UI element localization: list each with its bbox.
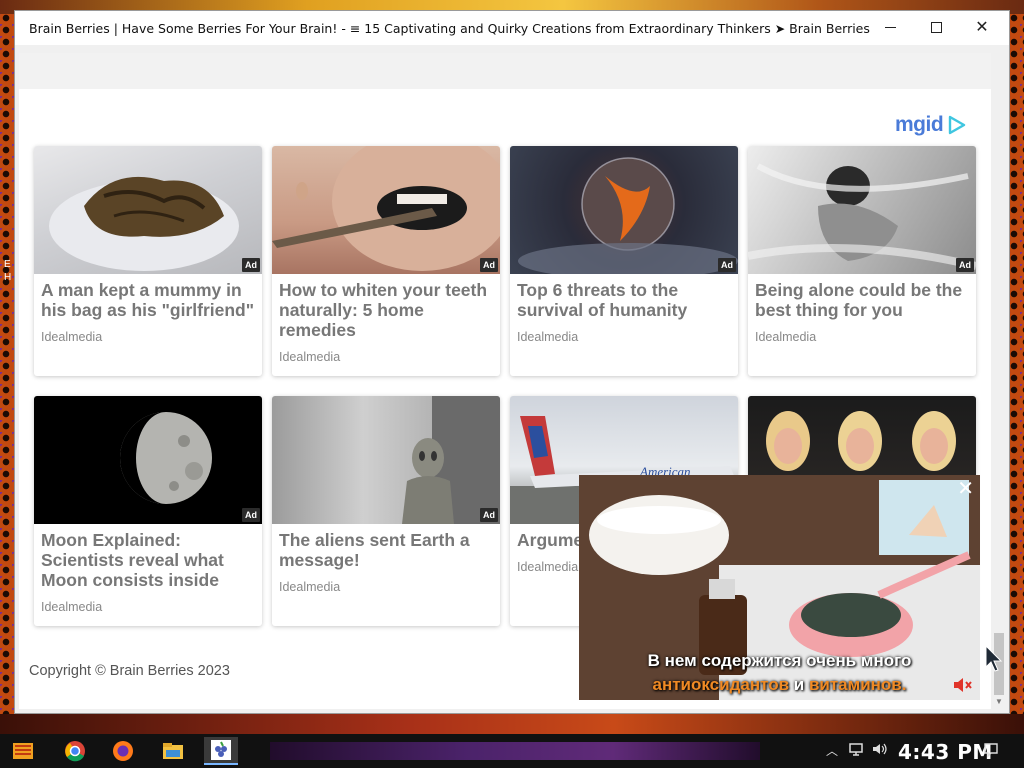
alone-illustration: [748, 163, 976, 270]
card-image-teeth: Ad: [272, 146, 500, 274]
card-image-alien: Ad: [272, 396, 500, 524]
mummy-illustration: [49, 176, 239, 271]
close-icon: ✕: [957, 478, 974, 500]
play-icon: [948, 115, 966, 135]
teeth-illustration: [272, 146, 500, 271]
floating-video-player[interactable]: ✕ В нем содержится очень много антиоксид…: [579, 475, 980, 700]
card-source: Idealmedia: [517, 330, 579, 344]
taskbar-firefox[interactable]: [106, 737, 140, 765]
maximize-icon: [930, 21, 942, 33]
card-source: Idealmedia: [41, 600, 103, 614]
ad-badge: Ad: [242, 508, 260, 522]
video-subtitle-line-2: антиоксидантов и витаминов.: [579, 675, 980, 695]
close-button[interactable]: ✕: [959, 11, 1005, 43]
ad-badge: Ad: [956, 258, 974, 272]
card-source: Idealmedia: [279, 350, 341, 364]
copyright-text: Copyright © Brain Berries 2023: [29, 663, 230, 679]
taskbar-decoration: [270, 742, 760, 760]
ad-badge: Ad: [718, 258, 736, 272]
mgid-logo[interactable]: mgid: [895, 113, 967, 137]
start-icon: [13, 743, 33, 759]
taskbar-chrome[interactable]: [58, 737, 92, 765]
card-image-alone: Ad: [748, 146, 976, 274]
taskbar-file-explorer[interactable]: [156, 737, 190, 765]
start-button[interactable]: [6, 737, 40, 765]
ad-card[interactable]: Ad How to whiten your teeth naturally: 5…: [272, 146, 500, 376]
ad-badge: Ad: [480, 258, 498, 272]
card-title[interactable]: How to whiten your teeth naturally: 5 ho…: [272, 274, 500, 340]
close-icon: ✕: [975, 19, 989, 36]
scroll-down-arrow-icon[interactable]: ▼: [994, 697, 1004, 707]
firefox-icon: [113, 741, 133, 761]
network-icon[interactable]: [848, 742, 864, 756]
berries-app-icon: [211, 740, 231, 760]
card-image-moon: Ad: [34, 396, 262, 524]
card-image-mummy: Ad: [34, 146, 262, 274]
minimize-icon: [884, 26, 896, 28]
ad-badge: Ad: [242, 258, 260, 272]
vertical-scrollbar[interactable]: ▼: [991, 53, 1007, 709]
volume-icon[interactable]: [872, 742, 888, 756]
window-title: Brain Berries | Have Some Berries For Yo…: [29, 21, 870, 36]
ad-badge: Ad: [480, 508, 498, 522]
desktop-background-bottom: [0, 714, 1024, 734]
card-title[interactable]: A man kept a mummy in his bag as his "gi…: [34, 274, 262, 320]
subtitle-highlight-2: витаминов.: [808, 675, 907, 694]
card-image-planet: Ad: [510, 146, 738, 274]
card-title[interactable]: Being alone could be the best thing for …: [748, 274, 976, 320]
taskbar-clock[interactable]: 4:43 PM: [898, 740, 993, 764]
ad-card[interactable]: Ad Moon Explained: Scientists reveal wha…: [34, 396, 262, 626]
desktop-edge-text: E H: [4, 259, 12, 283]
minimize-button[interactable]: [867, 11, 913, 43]
mouse-cursor-icon: [985, 645, 1003, 672]
card-source: Idealmedia: [41, 330, 103, 344]
video-close-button[interactable]: ✕: [957, 479, 974, 499]
notification-icon[interactable]: [983, 742, 999, 758]
moon-illustration: [120, 412, 212, 504]
taskbar-berries-app[interactable]: [204, 737, 238, 765]
mgid-logo-text: mgid: [895, 113, 944, 136]
ad-card[interactable]: Ad Top 6 threats to the survival of huma…: [510, 146, 738, 376]
card-title[interactable]: Moon Explained: Scientists reveal what M…: [34, 524, 262, 590]
maximize-button[interactable]: [913, 11, 959, 43]
page-header-strip: [19, 53, 991, 89]
planet-illustration: [518, 157, 738, 274]
card-title[interactable]: The aliens sent Earth a message!: [272, 524, 500, 570]
video-subtitle-line-1: В нем содержится очень много: [647, 651, 912, 670]
speaker-muted-icon[interactable]: [952, 676, 972, 694]
window-titlebar[interactable]: Brain Berries | Have Some Berries For Yo…: [15, 11, 1009, 45]
subtitle-highlight-1: антиоксидантов: [652, 675, 790, 694]
card-source: Idealmedia: [755, 330, 817, 344]
taskbar: ︿ 4:43 PM: [0, 734, 1024, 768]
subtitle-connector: и: [789, 675, 809, 694]
chrome-icon: [65, 741, 85, 762]
ad-card[interactable]: Ad Being alone could be the best thing f…: [748, 146, 976, 376]
ad-card[interactable]: Ad A man kept a mummy in his bag as his …: [34, 146, 262, 376]
file-explorer-icon: [163, 743, 183, 759]
card-title[interactable]: Top 6 threats to the survival of humanit…: [510, 274, 738, 320]
card-source: Idealmedia: [279, 580, 341, 594]
tray-chevron-up-icon[interactable]: ︿: [826, 742, 838, 759]
alien-illustration: [402, 396, 500, 524]
ad-card[interactable]: Ad The aliens sent Earth a message! Idea…: [272, 396, 500, 626]
